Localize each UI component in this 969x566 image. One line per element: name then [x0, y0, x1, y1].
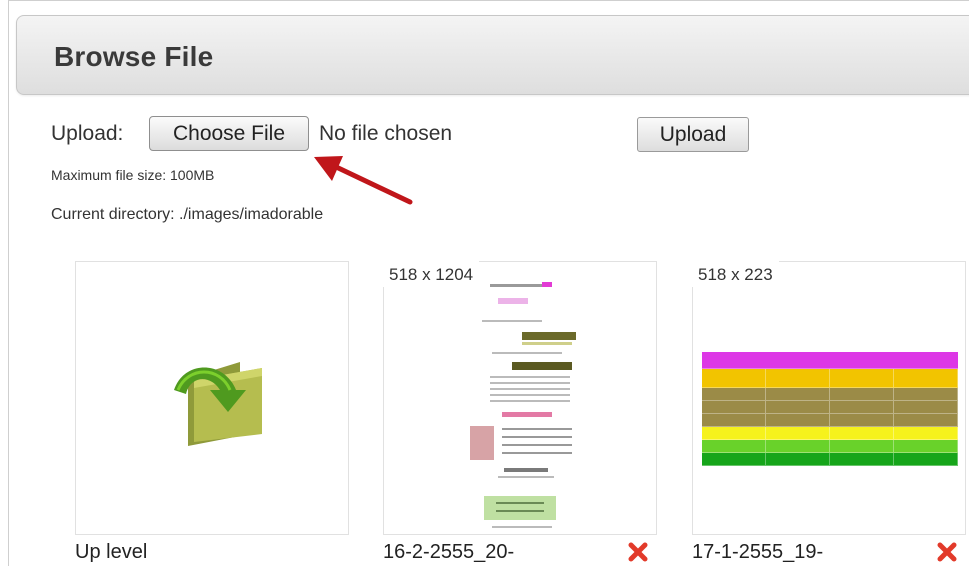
file-tile-17-1-2555[interactable]: 518 x 223: [692, 261, 966, 535]
annotation-arrow-icon: [314, 156, 413, 205]
file-status-text: No file chosen: [319, 122, 453, 145]
folder-up-icon: [174, 362, 262, 446]
choose-file-button[interactable]: Choose File: [149, 116, 309, 151]
page-title: Browse File: [54, 41, 214, 72]
page-header: Browse File: [16, 15, 969, 95]
tile-caption-16-2-2555[interactable]: 16-2-2555_20-: [383, 541, 514, 564]
tile-caption-up-level[interactable]: Up level: [75, 541, 147, 564]
delete-icon[interactable]: [936, 541, 958, 563]
table-title-bar: [702, 352, 958, 369]
upload-button[interactable]: Upload: [637, 117, 749, 152]
file-tile-up-level[interactable]: [75, 261, 349, 535]
image-dimensions: 518 x 1204: [383, 261, 480, 287]
file-tile-16-2-2555[interactable]: 518 x 1204: [383, 261, 657, 535]
window-border-top: [8, 0, 969, 1]
window-border-left: [8, 0, 9, 566]
document-thumbnail: [462, 272, 578, 534]
table-thumbnail: [702, 352, 958, 466]
upload-label: Upload:: [51, 122, 124, 145]
max-file-size-text: Maximum file size: 100MB: [51, 167, 215, 183]
table-header-row: [702, 369, 958, 388]
image-dimensions: 518 x 223: [692, 261, 779, 287]
tile-caption-17-1-2555[interactable]: 17-1-2555_19-: [692, 541, 823, 564]
delete-icon[interactable]: [627, 541, 649, 563]
current-directory-text: Current directory: ./images/imadorable: [51, 206, 324, 223]
